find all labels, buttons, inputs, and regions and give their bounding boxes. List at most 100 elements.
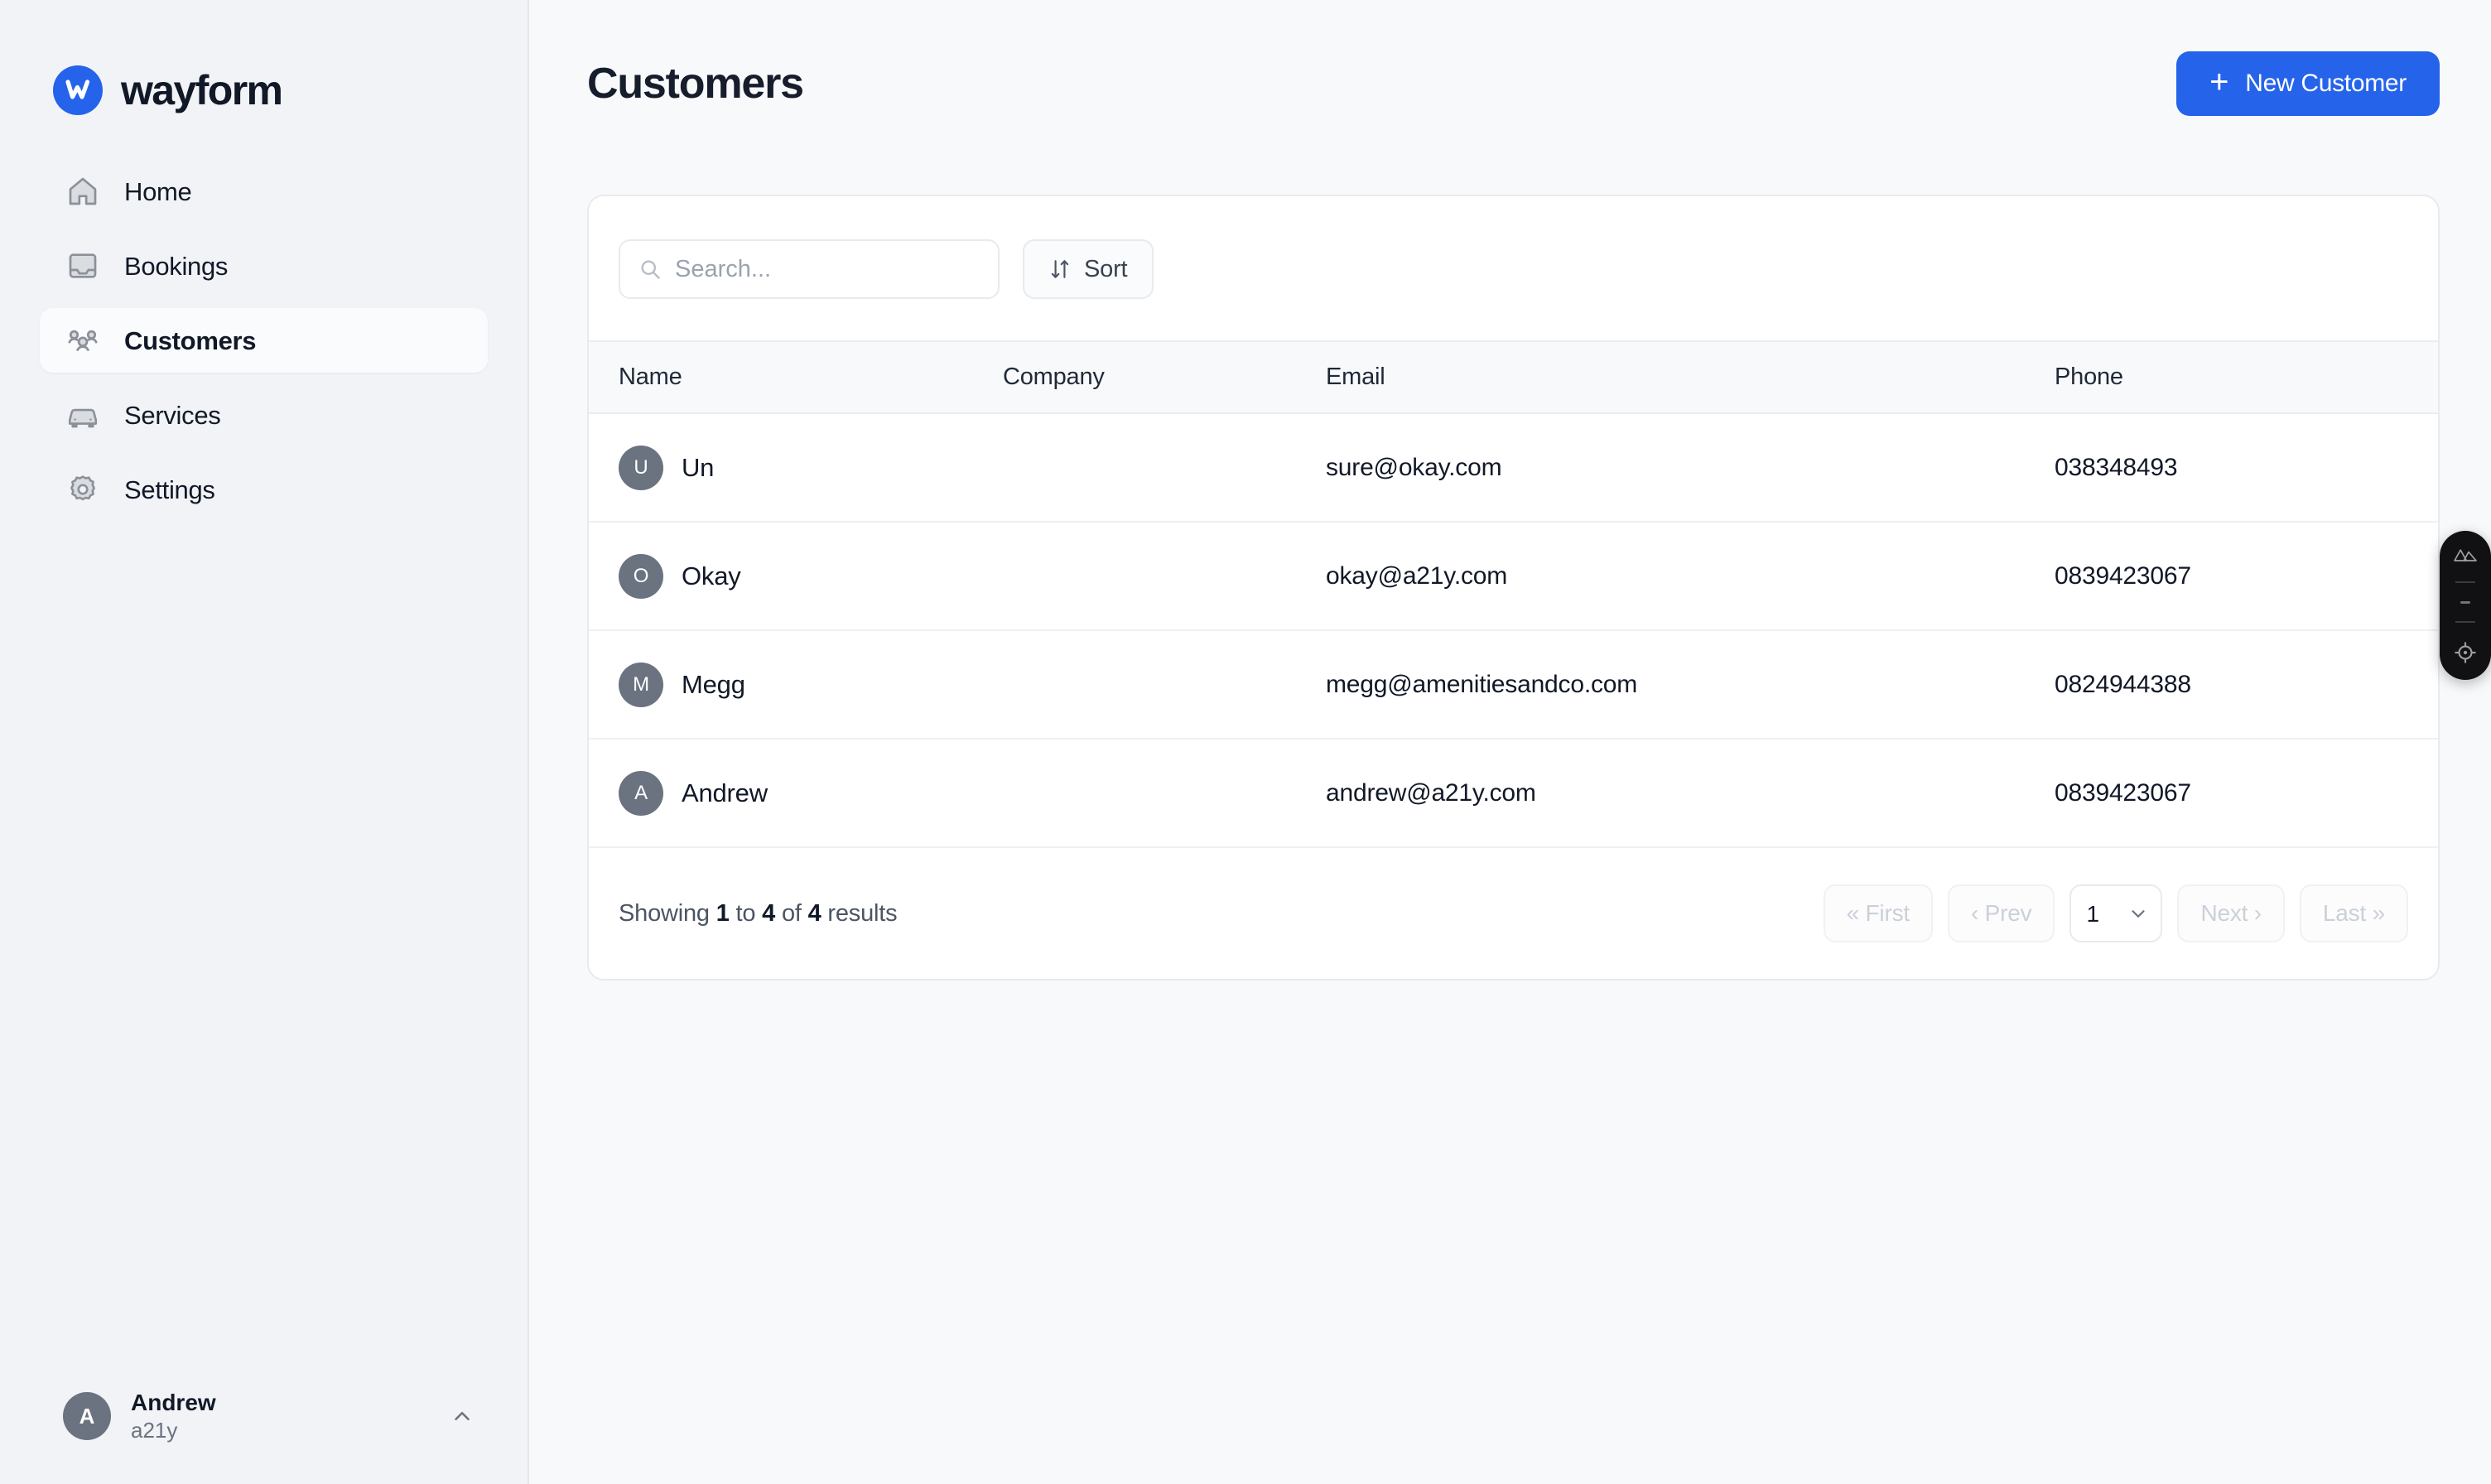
table-body: U Un sure@okay.com 038348493 O Okay okay… [589, 413, 2438, 848]
wayform-w-mark-icon [53, 65, 103, 115]
home-icon [65, 173, 101, 210]
cell-name: A Andrew [589, 739, 1003, 848]
sidebar-item-bookings[interactable]: Bookings [40, 234, 488, 298]
cell-name: O Okay [589, 522, 1003, 631]
sidebar-item-settings[interactable]: Settings [40, 457, 488, 522]
results-summary: Showing 1 to 4 of 4 results [619, 899, 898, 928]
new-customer-label: New Customer [2245, 70, 2407, 97]
crosshair-target-icon[interactable] [2453, 640, 2478, 665]
table-row[interactable]: O Okay okay@a21y.com 0839423067 [589, 522, 2438, 631]
app-root: wayform Home Bookings Customers Services… [0, 0, 2491, 1484]
search-field [619, 239, 1000, 299]
sidebar-item-label: Customers [124, 325, 257, 355]
sidebar-item-label: Bookings [124, 251, 229, 281]
showing-mid: to [735, 899, 756, 927]
avatar: A [63, 1392, 111, 1440]
inbox-icon [65, 248, 101, 284]
avatar: O [619, 553, 663, 599]
pagination-next-button[interactable]: Next › [2177, 884, 2285, 942]
cell-phone: 038348493 [2055, 413, 2438, 523]
pagination-first-button[interactable]: « First [1823, 884, 1933, 942]
customer-name: Andrew [682, 778, 768, 807]
showing-of: of [781, 899, 802, 927]
customer-name: Megg [682, 669, 745, 699]
chevron-up-icon[interactable] [450, 1404, 475, 1429]
cell-name: M Megg [589, 630, 1003, 740]
customer-name: Un [682, 452, 715, 482]
pagination-page-select-wrap: 1 [2069, 884, 2163, 942]
plus-icon: + [2209, 64, 2229, 100]
page-header: Customers + New Customer [529, 0, 2491, 124]
sidebar-item-services[interactable]: Services [40, 383, 488, 447]
column-header-phone[interactable]: Phone [2055, 340, 2438, 414]
sidebar-item-label: Home [124, 176, 192, 206]
devtools-divider [2455, 581, 2475, 584]
devtools-divider [2455, 620, 2475, 623]
table-row[interactable]: M Megg megg@amenitiesandco.com 082494438… [589, 630, 2438, 740]
cell-name: U Un [589, 413, 1003, 523]
cell-email: andrew@a21y.com [1326, 739, 2055, 848]
table-toolbar: Sort [589, 196, 2438, 340]
main-content: Customers + New Customer Search... Sort … [529, 0, 2491, 1484]
cell-company [1003, 522, 1326, 631]
users-icon [65, 322, 101, 359]
cell-company [1003, 739, 1326, 848]
devtools-dash-icon [2460, 600, 2470, 604]
column-header-company[interactable]: Company [1003, 340, 1326, 414]
sidebar-user-org: a21y [131, 1418, 178, 1443]
cell-email: sure@okay.com [1326, 413, 2055, 523]
customers-card: Sort Name Company Email Phone [587, 195, 2440, 980]
table-row[interactable]: A Andrew andrew@a21y.com 0839423067 [589, 739, 2438, 848]
avatar: A [619, 770, 663, 816]
showing-to: 4 [762, 899, 776, 927]
pagination-page-select[interactable]: 1 [2069, 884, 2163, 942]
table-head: Name Company Email Phone [589, 340, 2438, 414]
showing-prefix: Showing [619, 899, 710, 927]
sidebar-user-card[interactable]: A Andrew a21y [40, 1385, 488, 1448]
cell-phone: 0839423067 [2055, 739, 2438, 848]
search-icon [638, 258, 662, 281]
gear-icon [65, 471, 101, 508]
search-input[interactable] [619, 239, 1000, 299]
sidebar-item-label: Settings [124, 475, 215, 504]
cell-phone: 0824944388 [2055, 630, 2438, 740]
pagination: « First ‹ Prev 1 Next › Last » [1823, 884, 2408, 942]
avatar: M [619, 662, 663, 707]
sort-button[interactable]: Sort [1023, 239, 1154, 299]
cell-email: okay@a21y.com [1326, 522, 2055, 631]
brand-name: wayform [121, 67, 283, 113]
pagination-last-button[interactable]: Last » [2299, 884, 2408, 942]
cell-phone: 0839423067 [2055, 522, 2438, 631]
brand-logo[interactable]: wayform [0, 0, 528, 132]
sort-arrows-icon [1049, 258, 1071, 280]
showing-total: 4 [807, 899, 822, 927]
cell-company [1003, 630, 1326, 740]
sidebar-item-customers[interactable]: Customers [40, 308, 488, 373]
devtools-widget[interactable] [2440, 531, 2491, 680]
showing-from: 1 [716, 899, 730, 927]
sidebar-item-label: Services [124, 400, 221, 430]
avatar: U [619, 445, 663, 490]
column-header-email[interactable]: Email [1326, 340, 2055, 414]
car-icon [65, 397, 101, 433]
customer-name: Okay [682, 561, 741, 590]
column-header-name[interactable]: Name [589, 340, 1003, 414]
showing-suffix: results [827, 899, 898, 927]
page-title: Customers [587, 60, 804, 108]
cell-email: megg@amenitiesandco.com [1326, 630, 2055, 740]
sort-label: Sort [1084, 255, 1128, 282]
sidebar-user-name: Andrew [131, 1390, 216, 1415]
sidebar-item-home[interactable]: Home [40, 159, 488, 224]
sidebar-nav: Home Bookings Customers Services Setting… [0, 132, 528, 522]
table-row[interactable]: U Un sure@okay.com 038348493 [589, 413, 2438, 523]
table-header-row: Name Company Email Phone [589, 340, 2438, 414]
pagination-prev-button[interactable]: ‹ Prev [1947, 884, 2055, 942]
customers-table: Name Company Email Phone U Un sure@okay.… [589, 340, 2438, 848]
nuxt-logo-icon[interactable] [2453, 546, 2478, 564]
new-customer-button[interactable]: + New Customer [2176, 51, 2440, 116]
sidebar-user-text: Andrew a21y [131, 1390, 430, 1443]
table-footer: Showing 1 to 4 of 4 results « First ‹ Pr… [589, 848, 2438, 979]
sidebar: wayform Home Bookings Customers Services… [0, 0, 529, 1484]
cell-company [1003, 413, 1326, 523]
